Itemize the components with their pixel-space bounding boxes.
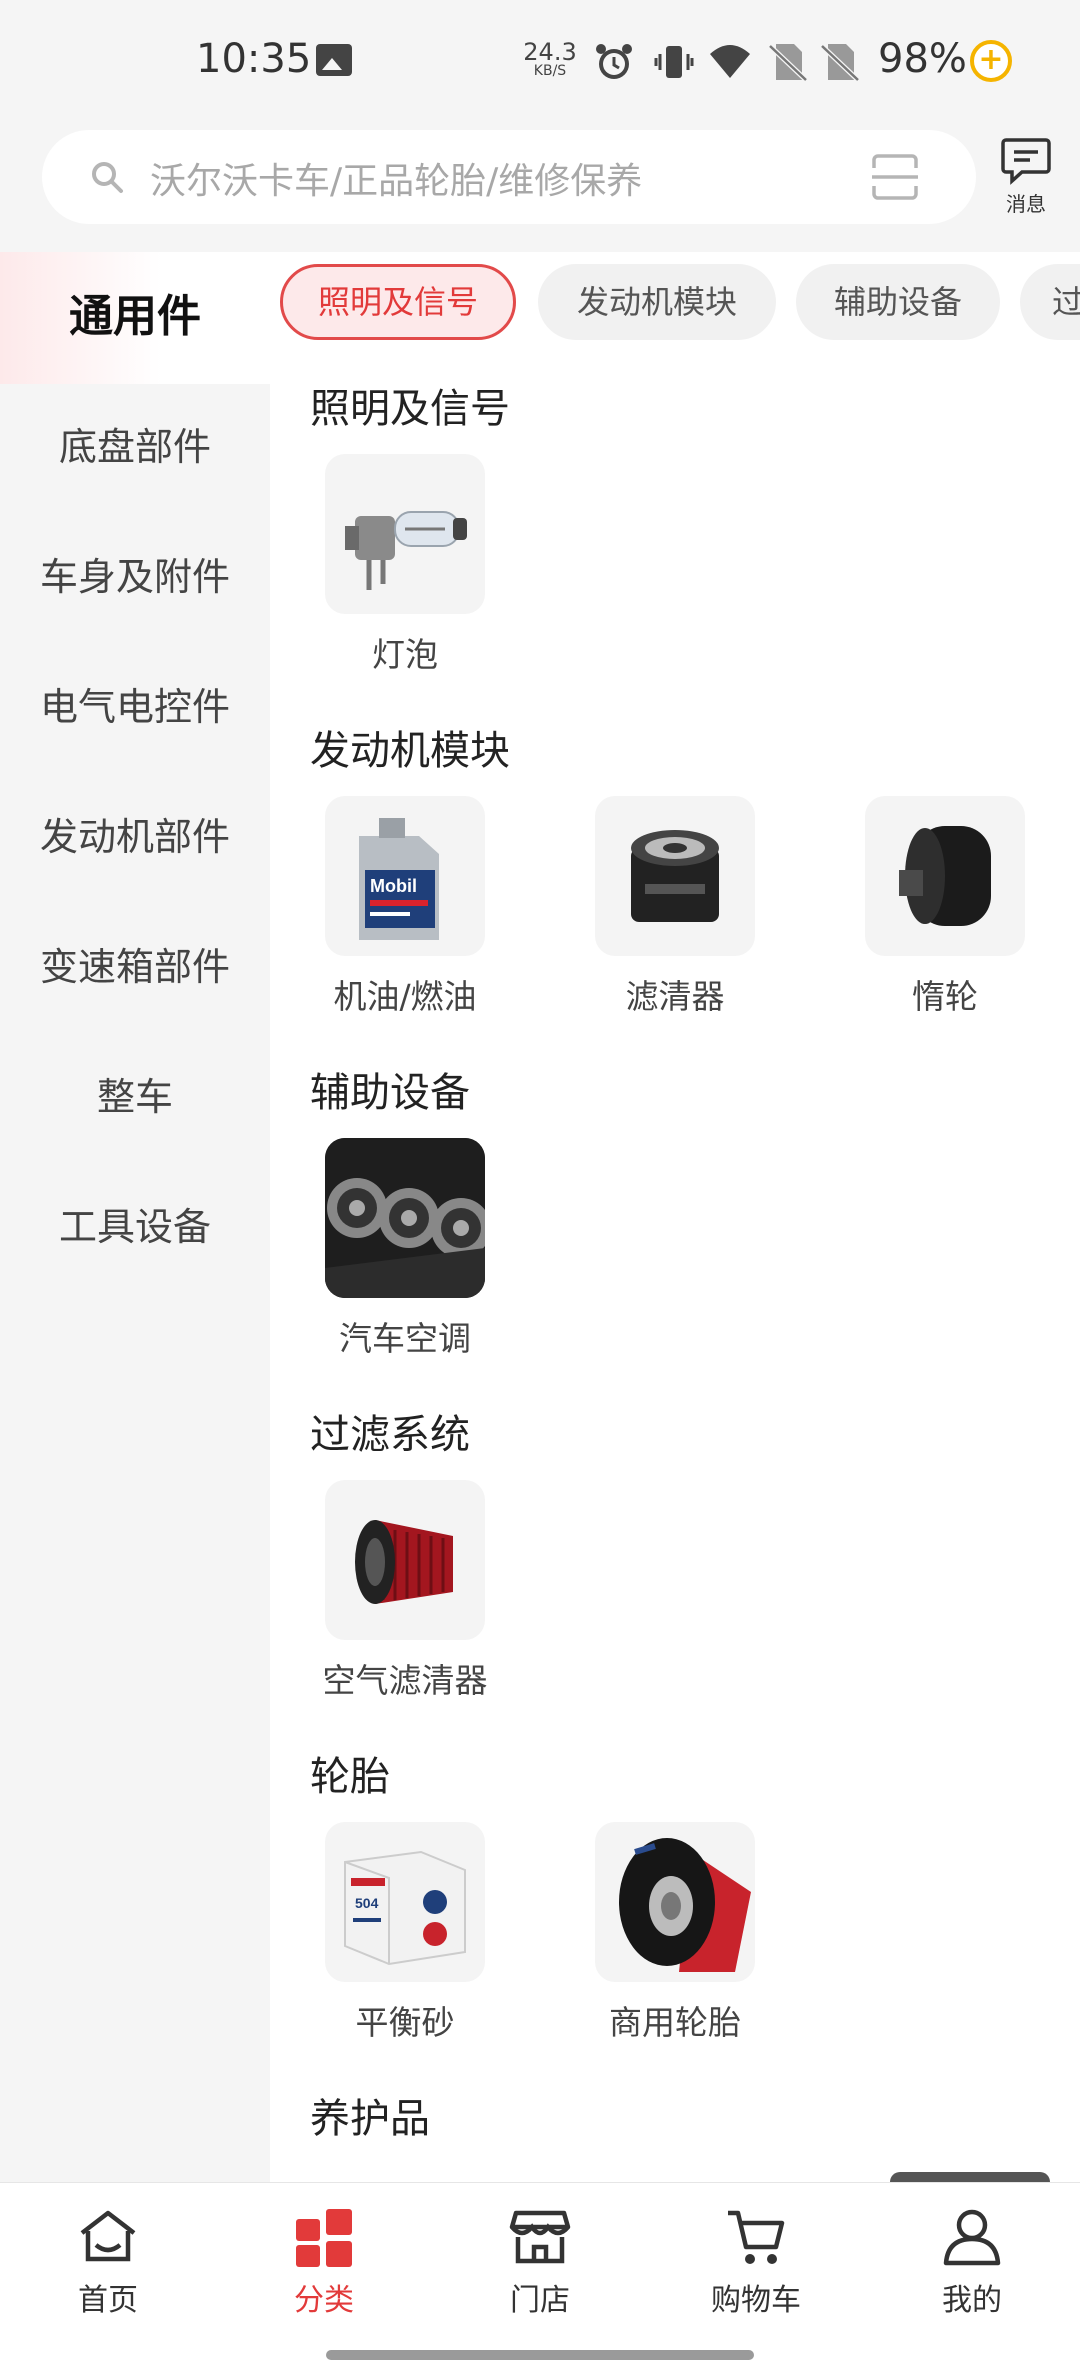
nav-store[interactable]: 门店 — [460, 2205, 620, 2319]
sidebar-item-chassis[interactable]: 底盘部件 — [0, 382, 270, 512]
air-filter-image — [325, 1480, 485, 1640]
message-label: 消息 — [1006, 192, 1046, 216]
section-title: 辅助设备 — [310, 1070, 470, 1116]
chip-auxiliary[interactable]: 辅助设备 — [796, 264, 1000, 340]
product-air-filter[interactable]: 空气滤清器 — [300, 1480, 510, 1702]
home-icon — [80, 2210, 136, 2262]
nav-label: 购物车 — [711, 2283, 801, 2318]
network-speed-unit: KB/S — [533, 63, 567, 79]
product-label: 汽车空调 — [339, 1319, 471, 1358]
chip-engine-module[interactable]: 发动机模块 — [538, 264, 776, 340]
sidebar-item-electrical[interactable]: 电气电控件 — [0, 642, 270, 772]
scan-icon[interactable] — [870, 152, 920, 202]
nav-profile[interactable]: 我的 — [892, 2205, 1052, 2319]
network-speed: 24.3 KB/S — [522, 40, 578, 78]
chip-filter-partial[interactable]: 过 — [1020, 264, 1080, 340]
bottom-nav: 首页 分类 门店 购物车 我的 — [0, 2182, 1080, 2376]
oil-bottle-image: Mobil — [325, 796, 485, 956]
product-idler[interactable]: 惰轮 — [840, 796, 1050, 1018]
search-input[interactable]: 沃尔沃卡车/正品轮胎/维修保养 — [150, 152, 642, 204]
idler-pulley-image — [865, 796, 1025, 956]
product-label: 机油/燃油 — [333, 977, 477, 1016]
section-title: 过滤系统 — [310, 1412, 470, 1458]
sidebar-item-body[interactable]: 车身及附件 — [0, 512, 270, 642]
product-balance-sand[interactable]: 504 平衡砂 — [300, 1822, 510, 2044]
category-icon — [296, 2209, 352, 2267]
sidebar-item-engine[interactable]: 发动机部件 — [0, 772, 270, 902]
profile-icon — [943, 2209, 1001, 2266]
product-label: 灯泡 — [372, 635, 438, 674]
balance-sand-image: 504 — [325, 1822, 485, 1982]
home-indicator[interactable] — [326, 2350, 754, 2360]
bulb-image — [325, 454, 485, 614]
no-sim-icon — [768, 44, 808, 82]
partial-product-image — [890, 2172, 1050, 2182]
oil-brand-text: Mobil — [370, 876, 417, 896]
nav-home[interactable]: 首页 — [28, 2205, 188, 2319]
alarm-icon — [596, 44, 632, 79]
truck-tire-image — [595, 1822, 755, 1982]
oil-filter-image — [595, 796, 755, 956]
nav-label: 首页 — [78, 2283, 138, 2318]
status-bar: 10:35 24.3 KB/S 98% + — [0, 0, 1080, 124]
search-icon — [92, 162, 123, 193]
product-air-conditioning[interactable]: 汽车空调 — [300, 1138, 510, 1360]
product-label: 惰轮 — [912, 977, 978, 1016]
product-label: 商用轮胎 — [609, 2003, 741, 2042]
air-vent-image — [325, 1138, 485, 1298]
sidebar-item-tools[interactable]: 工具设备 — [0, 1162, 270, 1292]
nav-label: 分类 — [294, 2283, 354, 2318]
product-label: 空气滤清器 — [322, 1661, 488, 1700]
message-icon — [1001, 138, 1051, 185]
nav-label: 门店 — [510, 2283, 570, 2318]
gallery-icon — [316, 44, 352, 76]
sidebar-item-general-parts[interactable]: 通用件 — [0, 252, 270, 382]
search-bar[interactable]: 沃尔沃卡车/正品轮胎/维修保养 — [42, 130, 976, 224]
nav-label: 我的 — [942, 2283, 1002, 2318]
sidebar-item-gearbox[interactable]: 变速箱部件 — [0, 902, 270, 1032]
section-title: 发动机模块 — [310, 728, 510, 774]
section-title: 轮胎 — [310, 1754, 390, 1800]
product-label: 平衡砂 — [355, 2003, 455, 2042]
product-truck-tire[interactable]: 商用轮胎 — [570, 1822, 780, 2044]
network-speed-value: 24.3 — [523, 38, 577, 66]
battery-saver-icon: + — [970, 40, 1012, 82]
status-time: 10:35 — [196, 36, 312, 82]
cart-icon — [728, 2210, 785, 2264]
product-filter[interactable]: 滤清器 — [570, 796, 780, 1018]
vibrate-icon — [654, 46, 694, 78]
wifi-icon — [710, 45, 750, 78]
message-button[interactable]: 消息 — [996, 134, 1056, 224]
nav-category[interactable]: 分类 — [244, 2205, 404, 2319]
section-title: 照明及信号 — [310, 386, 510, 432]
chip-lighting[interactable]: 照明及信号 — [280, 264, 516, 340]
category-content: 照明及信号 发动机模块 辅助设备 过 照明及信号 灯泡 发动机模块 Mobil — [270, 252, 1080, 2182]
sidebar-item-vehicle[interactable]: 整车 — [0, 1032, 270, 1162]
battery-percent: 98% — [878, 36, 967, 82]
nav-cart[interactable]: 购物车 — [676, 2205, 836, 2319]
product-label: 滤清器 — [625, 977, 725, 1016]
no-sim-icon-2 — [820, 44, 860, 82]
store-icon — [509, 2210, 571, 2264]
balance-box-code: 504 — [355, 1895, 379, 1911]
category-sidebar: 通用件 底盘部件 车身及附件 电气电控件 发动机部件 变速箱部件 整车 工具设备 — [0, 252, 270, 2182]
product-engine-oil[interactable]: Mobil 机油/燃油 — [300, 796, 510, 1018]
product-bulb[interactable]: 灯泡 — [300, 454, 510, 676]
section-title: 养护品 — [310, 2096, 430, 2142]
